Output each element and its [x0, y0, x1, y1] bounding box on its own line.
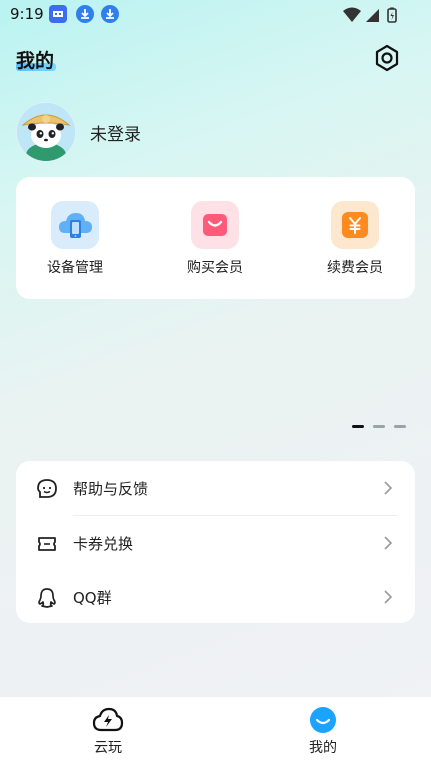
bottom-nav: 云玩 我的: [0, 697, 431, 766]
qq-icon: [38, 588, 56, 608]
menu-card: 帮助与反馈 卡券兑换 QQ群: [16, 461, 415, 623]
settings-button[interactable]: [372, 43, 402, 73]
tab-mine[interactable]: 我的: [283, 705, 363, 757]
login-status[interactable]: 未登录: [90, 120, 141, 145]
shopping-bag-icon: [191, 201, 239, 249]
status-time: 9:19: [10, 5, 44, 23]
settings-icon: [375, 44, 399, 72]
chevron-right-icon: [384, 481, 393, 495]
device-cloud-icon: [51, 201, 99, 249]
smile-icon: [307, 705, 339, 735]
yen-icon: [331, 201, 379, 249]
download-icon: [101, 5, 119, 23]
menu-label: QQ群: [73, 589, 112, 607]
device-management-button[interactable]: 设备管理: [20, 201, 130, 277]
help-chat-icon: [37, 479, 57, 498]
action-label: 设备管理: [47, 260, 103, 276]
signal-icon: [366, 9, 379, 22]
menu-label: 卡券兑换: [73, 535, 134, 553]
renew-membership-button[interactable]: 续费会员: [300, 201, 410, 277]
chevron-right-icon: [384, 536, 393, 550]
cloud-play-icon: [92, 705, 124, 735]
menu-item-help-feedback[interactable]: 帮助与反馈: [16, 461, 415, 515]
tab-label: 云玩: [94, 740, 122, 756]
chevron-right-icon: [384, 590, 393, 604]
notification-app-icon: [49, 5, 67, 23]
ticket-icon: [38, 537, 56, 551]
menu-label: 帮助与反馈: [73, 480, 149, 498]
menu-item-coupon-redeem[interactable]: 卡券兑换: [16, 516, 415, 570]
status-bar: 9:19: [0, 0, 431, 30]
carousel-dot-active: [352, 425, 364, 428]
menu-item-qq-group[interactable]: QQ群: [16, 570, 415, 624]
membership-actions-card: 设备管理 购买会员 续费会员: [16, 177, 415, 299]
avatar[interactable]: [16, 102, 76, 162]
carousel-dot: [373, 425, 385, 428]
page-title: 我的: [16, 50, 55, 72]
wifi-icon: [343, 7, 361, 22]
tab-cloud-play[interactable]: 云玩: [68, 705, 148, 757]
action-label: 购买会员: [187, 260, 243, 276]
action-label: 续费会员: [327, 260, 383, 276]
tab-label: 我的: [309, 740, 337, 756]
buy-membership-button[interactable]: 购买会员: [160, 201, 270, 277]
download-icon: [76, 5, 94, 23]
carousel-dot: [394, 425, 406, 428]
status-indicators: [341, 6, 401, 28]
